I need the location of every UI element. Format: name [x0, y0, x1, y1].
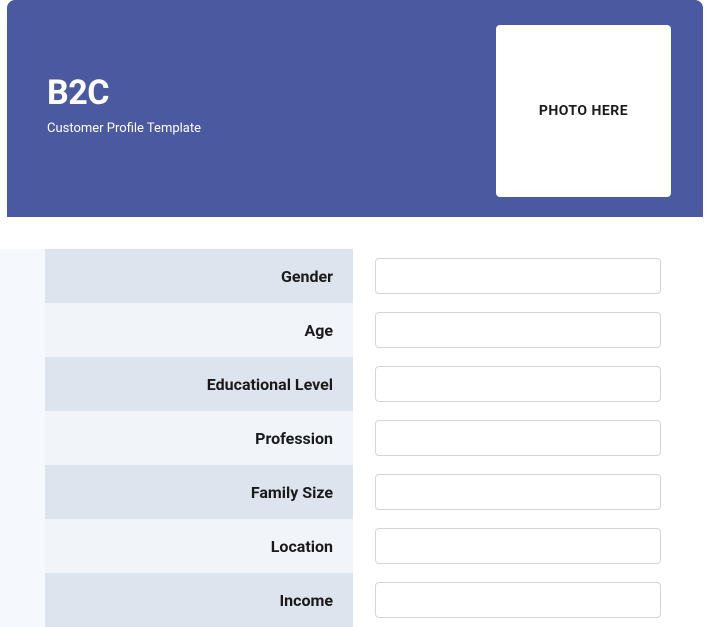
age-input[interactable]: [375, 312, 661, 348]
input-row: [375, 411, 661, 465]
input-row: [375, 573, 661, 627]
form-area: Gender Age Educational Level Profession …: [0, 217, 710, 627]
profession-input[interactable]: [375, 420, 661, 456]
inputs-column: [353, 249, 710, 627]
page-subtitle: Customer Profile Template: [47, 121, 201, 136]
field-label-educational-level: Educational Level: [45, 357, 353, 411]
input-row: [375, 249, 661, 303]
field-label-income: Income: [45, 573, 353, 627]
input-row: [375, 519, 661, 573]
input-row: [375, 303, 661, 357]
photo-placeholder[interactable]: PHOTO HERE: [496, 25, 671, 197]
header-text-block: B2C Customer Profile Template: [47, 25, 201, 136]
field-label-profession: Profession: [45, 411, 353, 465]
field-label-location: Location: [45, 519, 353, 573]
page-title: B2C: [47, 73, 201, 113]
educational-level-input[interactable]: [375, 366, 661, 402]
location-input[interactable]: [375, 528, 661, 564]
field-label-gender: Gender: [45, 249, 353, 303]
gender-input[interactable]: [375, 258, 661, 294]
photo-placeholder-label: PHOTO HERE: [539, 103, 628, 119]
input-row: [375, 357, 661, 411]
customer-profile-template: B2C Customer Profile Template PHOTO HERE…: [0, 0, 710, 627]
labels-column: Gender Age Educational Level Profession …: [0, 249, 353, 627]
header: B2C Customer Profile Template PHOTO HERE: [7, 0, 703, 217]
field-label-age: Age: [45, 303, 353, 357]
family-size-input[interactable]: [375, 474, 661, 510]
income-input[interactable]: [375, 582, 661, 618]
field-label-family-size: Family Size: [45, 465, 353, 519]
input-row: [375, 465, 661, 519]
